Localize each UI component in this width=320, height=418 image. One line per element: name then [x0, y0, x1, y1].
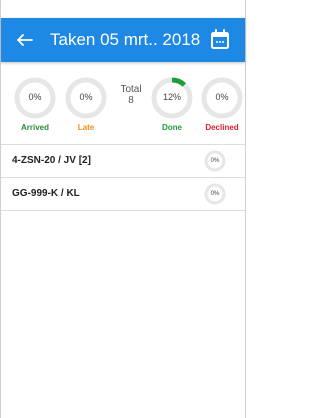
total-summary: Total 8: [114, 84, 148, 106]
declined-value: 0%: [215, 92, 229, 102]
back-button[interactable]: [12, 26, 38, 54]
total-value: 8: [128, 95, 134, 106]
late-value: 0%: [79, 92, 93, 102]
arrived-progress-ring: 0%: [13, 76, 57, 120]
declined-progress-ring: 0%: [200, 76, 244, 120]
arrived-label: Arrived: [20, 123, 49, 132]
arrived-stat: 0% Arrived: [13, 76, 57, 136]
arrived-value: 0%: [28, 92, 42, 102]
task-screen: Taken 05 mrt.. 2018 0% Arrived 0% Late T…: [0, 0, 246, 418]
late-label: Late: [77, 123, 95, 132]
task-progress-ring: 0%: [203, 149, 227, 173]
page-title: Taken 05 mrt.. 2018: [50, 30, 201, 49]
app-bar: Taken 05 mrt.. 2018: [1, 18, 245, 62]
done-progress-ring: 12%: [150, 76, 194, 120]
calendar-button[interactable]: [208, 27, 232, 53]
task-label: GG-999-K / KL: [12, 188, 80, 199]
total-label: Total: [120, 84, 142, 95]
declined-label: Declined: [205, 123, 239, 132]
done-value: 12%: [162, 92, 181, 102]
task-label: 4-ZSN-20 / JV [2]: [12, 155, 91, 166]
declined-stat: 0% Declined: [200, 76, 244, 136]
task-progress-ring: 0%: [203, 182, 227, 206]
done-label: Done: [162, 123, 182, 132]
arrow-left-icon: [17, 34, 33, 46]
status-summary: 0% Arrived 0% Late Total 8 12% Done 0% D…: [1, 74, 245, 142]
late-stat: 0% Late: [64, 76, 108, 136]
list-item[interactable]: GG-999-K / KL 0%: [1, 178, 245, 211]
calendar-icon: [211, 29, 229, 49]
list-item[interactable]: 4-ZSN-20 / JV [2] 0%: [1, 145, 245, 178]
task-progress-value: 0%: [210, 191, 220, 197]
late-progress-ring: 0%: [64, 76, 108, 120]
task-list: 4-ZSN-20 / JV [2] 0% GG-999-K / KL 0%: [1, 145, 245, 211]
done-stat: 12% Done: [150, 76, 194, 136]
task-progress-value: 0%: [210, 158, 220, 164]
